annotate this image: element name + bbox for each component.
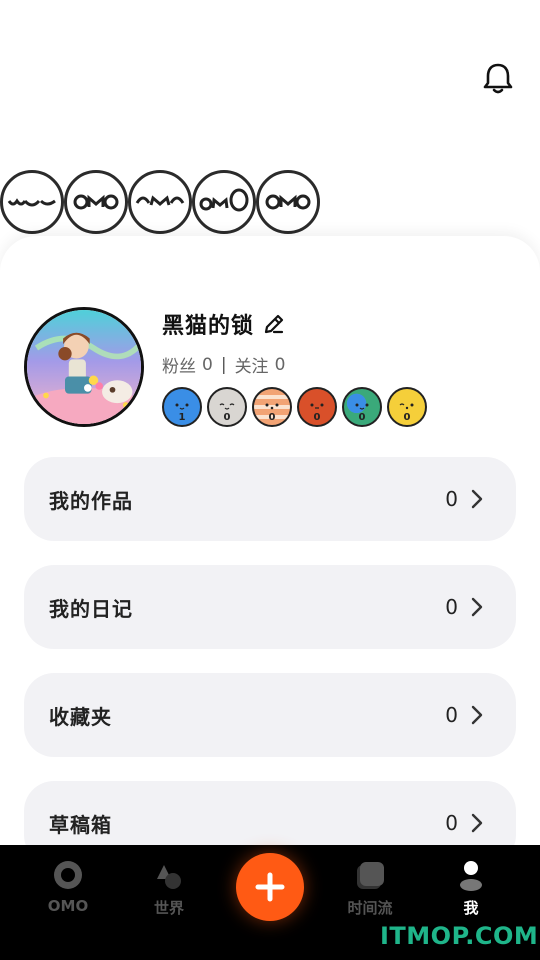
tab-world[interactable]: 世界 bbox=[119, 845, 219, 925]
tab-me[interactable]: 我 bbox=[421, 845, 521, 925]
followers-label[interactable]: 粉丝 bbox=[162, 352, 196, 377]
planet-badge-2[interactable]: 0 bbox=[207, 387, 247, 427]
chevron-right-icon bbox=[471, 597, 483, 617]
tab-label: 我 bbox=[463, 899, 479, 917]
planet-badge-3[interactable]: 0 bbox=[252, 387, 292, 427]
omo-face-5-icon[interactable] bbox=[256, 170, 320, 234]
planet-count: 0 bbox=[403, 412, 411, 423]
menu-item-count: 0 bbox=[445, 595, 458, 619]
planet-face-icon bbox=[399, 403, 414, 410]
menu-item-my-diary[interactable]: 我的日记 0 bbox=[24, 565, 516, 649]
chevron-right-icon bbox=[471, 705, 483, 725]
menu-item-label: 我的作品 bbox=[49, 488, 133, 513]
planet-badge-6[interactable]: 0 bbox=[387, 387, 427, 427]
avatar[interactable] bbox=[24, 307, 144, 427]
planet-face-icon bbox=[355, 403, 369, 410]
planet-face-icon bbox=[175, 403, 189, 410]
planet-count: 1 bbox=[178, 412, 186, 423]
tab-omo[interactable]: OMO bbox=[18, 845, 118, 925]
tab-label: 时间流 bbox=[347, 899, 393, 917]
stats-separator: | bbox=[220, 354, 227, 375]
planet-count: 0 bbox=[313, 412, 321, 423]
planet-count: 0 bbox=[223, 412, 231, 423]
followers-count[interactable]: 0 bbox=[202, 355, 213, 375]
omo-face-1-icon[interactable] bbox=[0, 170, 64, 234]
tab-label: 世界 bbox=[153, 899, 184, 917]
planet-badge-1[interactable]: 1 bbox=[162, 387, 202, 427]
planet-face-icon bbox=[310, 403, 324, 409]
menu-item-label: 收藏夹 bbox=[49, 704, 112, 729]
edit-pencil-icon[interactable] bbox=[262, 312, 286, 336]
planet-badges: 1 0 0 0 0 0 bbox=[162, 387, 432, 427]
menu-item-count: 0 bbox=[445, 811, 458, 835]
planet-count: 0 bbox=[268, 412, 276, 423]
planet-face-icon bbox=[265, 403, 279, 410]
username-row: 黑猫的锁 bbox=[162, 308, 286, 340]
planet-face-icon bbox=[219, 403, 235, 410]
person-icon bbox=[460, 861, 482, 891]
omo-ring-icon bbox=[54, 861, 82, 889]
menu-item-count: 0 bbox=[445, 703, 458, 727]
chevron-right-icon bbox=[471, 813, 483, 833]
tab-timeline[interactable]: 时间流 bbox=[320, 845, 420, 925]
watermark: ITMOP.COM bbox=[380, 922, 539, 950]
plus-icon bbox=[255, 872, 285, 902]
menu-item-favorites[interactable]: 收藏夹 0 bbox=[24, 673, 516, 757]
omo-face-4-icon[interactable] bbox=[192, 170, 256, 234]
planet-badge-5[interactable]: 0 bbox=[342, 387, 382, 427]
follow-stats: 粉丝 0 | 关注 0 bbox=[162, 352, 286, 378]
planet-count: 0 bbox=[358, 412, 366, 423]
tab-label: OMO bbox=[47, 897, 89, 915]
timeline-icon bbox=[357, 862, 384, 889]
following-label[interactable]: 关注 bbox=[235, 352, 269, 377]
menu-item-count: 0 bbox=[445, 487, 458, 511]
create-button[interactable] bbox=[236, 853, 304, 921]
omo-face-3-icon[interactable] bbox=[128, 170, 192, 234]
planet-badge-4[interactable]: 0 bbox=[297, 387, 337, 427]
menu-item-my-works[interactable]: 我的作品 0 bbox=[24, 457, 516, 541]
omo-face-2-icon[interactable] bbox=[64, 170, 128, 234]
menu-item-label: 我的日记 bbox=[49, 596, 133, 621]
following-count[interactable]: 0 bbox=[275, 355, 286, 375]
menu-item-label: 草稿箱 bbox=[49, 812, 112, 837]
world-shapes-icon bbox=[157, 865, 181, 889]
username: 黑猫的锁 bbox=[162, 314, 255, 339]
bell-icon[interactable] bbox=[480, 60, 516, 96]
omo-badge-row bbox=[0, 170, 330, 236]
chevron-right-icon bbox=[471, 489, 483, 509]
